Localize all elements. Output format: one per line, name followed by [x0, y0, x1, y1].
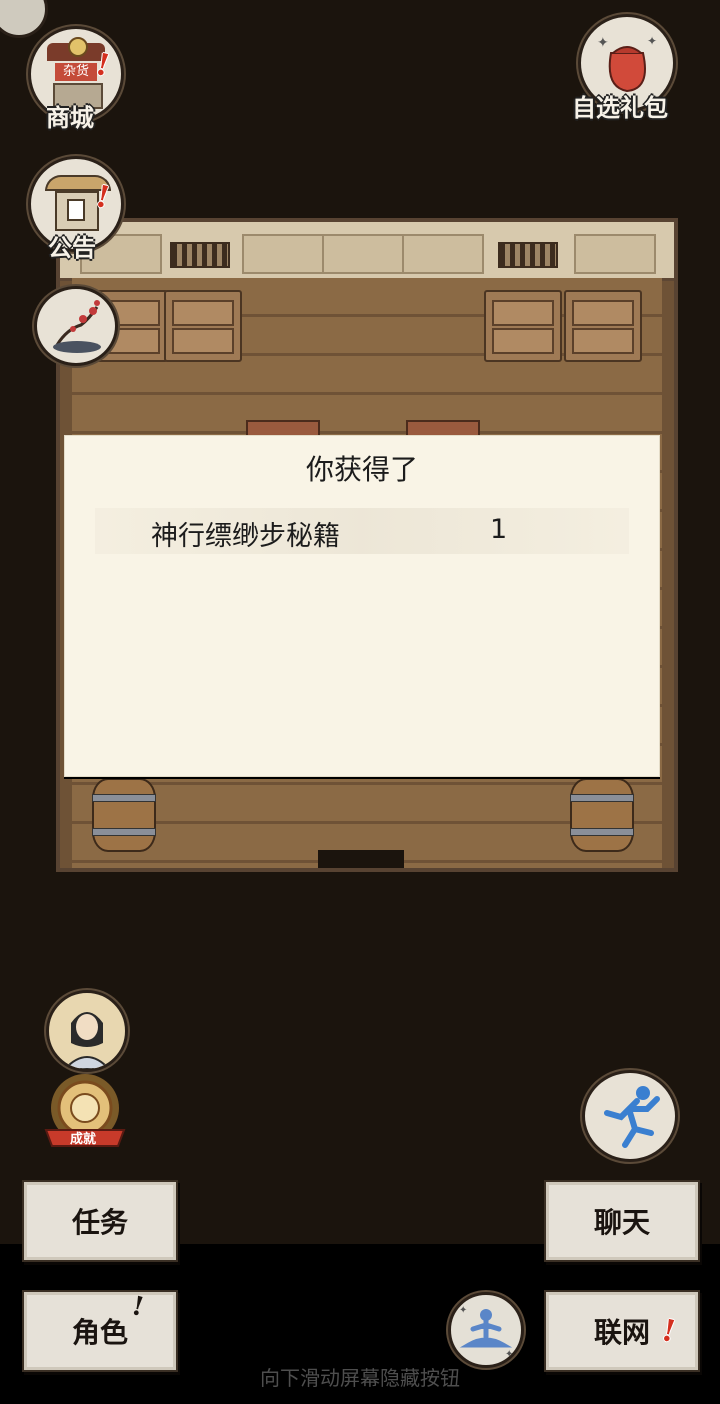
vent-icon [498, 242, 558, 268]
svg-text:✦: ✦ [597, 35, 609, 51]
achievement-label: 成就 [70, 1132, 97, 1147]
list-item: 神行缥缈步秘籍 1 [95, 508, 629, 554]
role-button[interactable]: 角色 [22, 1290, 178, 1372]
doorway [318, 850, 404, 868]
shop-label: 商城 [46, 104, 94, 132]
reward-dialog[interactable]: 你获得了 神行缥缈步秘籍 1 [64, 435, 660, 777]
scenery-button[interactable] [34, 286, 118, 366]
vent-icon [170, 242, 230, 268]
svg-text:✦: ✦ [647, 34, 657, 48]
notice-label: 公告 [48, 234, 96, 262]
room-wall [60, 222, 674, 281]
cabinet [484, 290, 562, 362]
cabinet [564, 290, 642, 362]
hide-buttons-hint: 向下滑动屏幕隐藏按钮 [260, 1366, 460, 1390]
svg-text:✦: ✦ [459, 1305, 467, 1316]
network-button[interactable]: 联网 [544, 1290, 700, 1372]
run-button[interactable] [582, 1070, 678, 1162]
item-quantity: 1 [490, 514, 508, 545]
task-button[interactable]: 任务 [22, 1180, 178, 1262]
plum-blossom-icon [53, 300, 101, 353]
gift-pack-label: 自选礼包 [572, 94, 668, 122]
barrel [92, 778, 156, 852]
running-figure-icon [604, 1086, 660, 1148]
shop-sign: 杂货 [55, 63, 97, 81]
corner-avatar[interactable] [0, 0, 48, 38]
chat-button[interactable]: 聊天 [544, 1180, 700, 1262]
item-name: 神行缥缈步秘籍 [151, 521, 340, 552]
barrel [570, 778, 634, 852]
character-portrait-button[interactable] [46, 990, 128, 1072]
achievement-button[interactable]: 成就 [42, 1072, 128, 1152]
meditate-icon: ✦ ✦ [459, 1305, 513, 1360]
cabinet [164, 290, 242, 362]
meditate-button[interactable]: ✦ ✦ [448, 1292, 524, 1368]
dialog-title: 你获得了 [305, 453, 418, 486]
hero-portrait-icon [63, 1012, 111, 1069]
